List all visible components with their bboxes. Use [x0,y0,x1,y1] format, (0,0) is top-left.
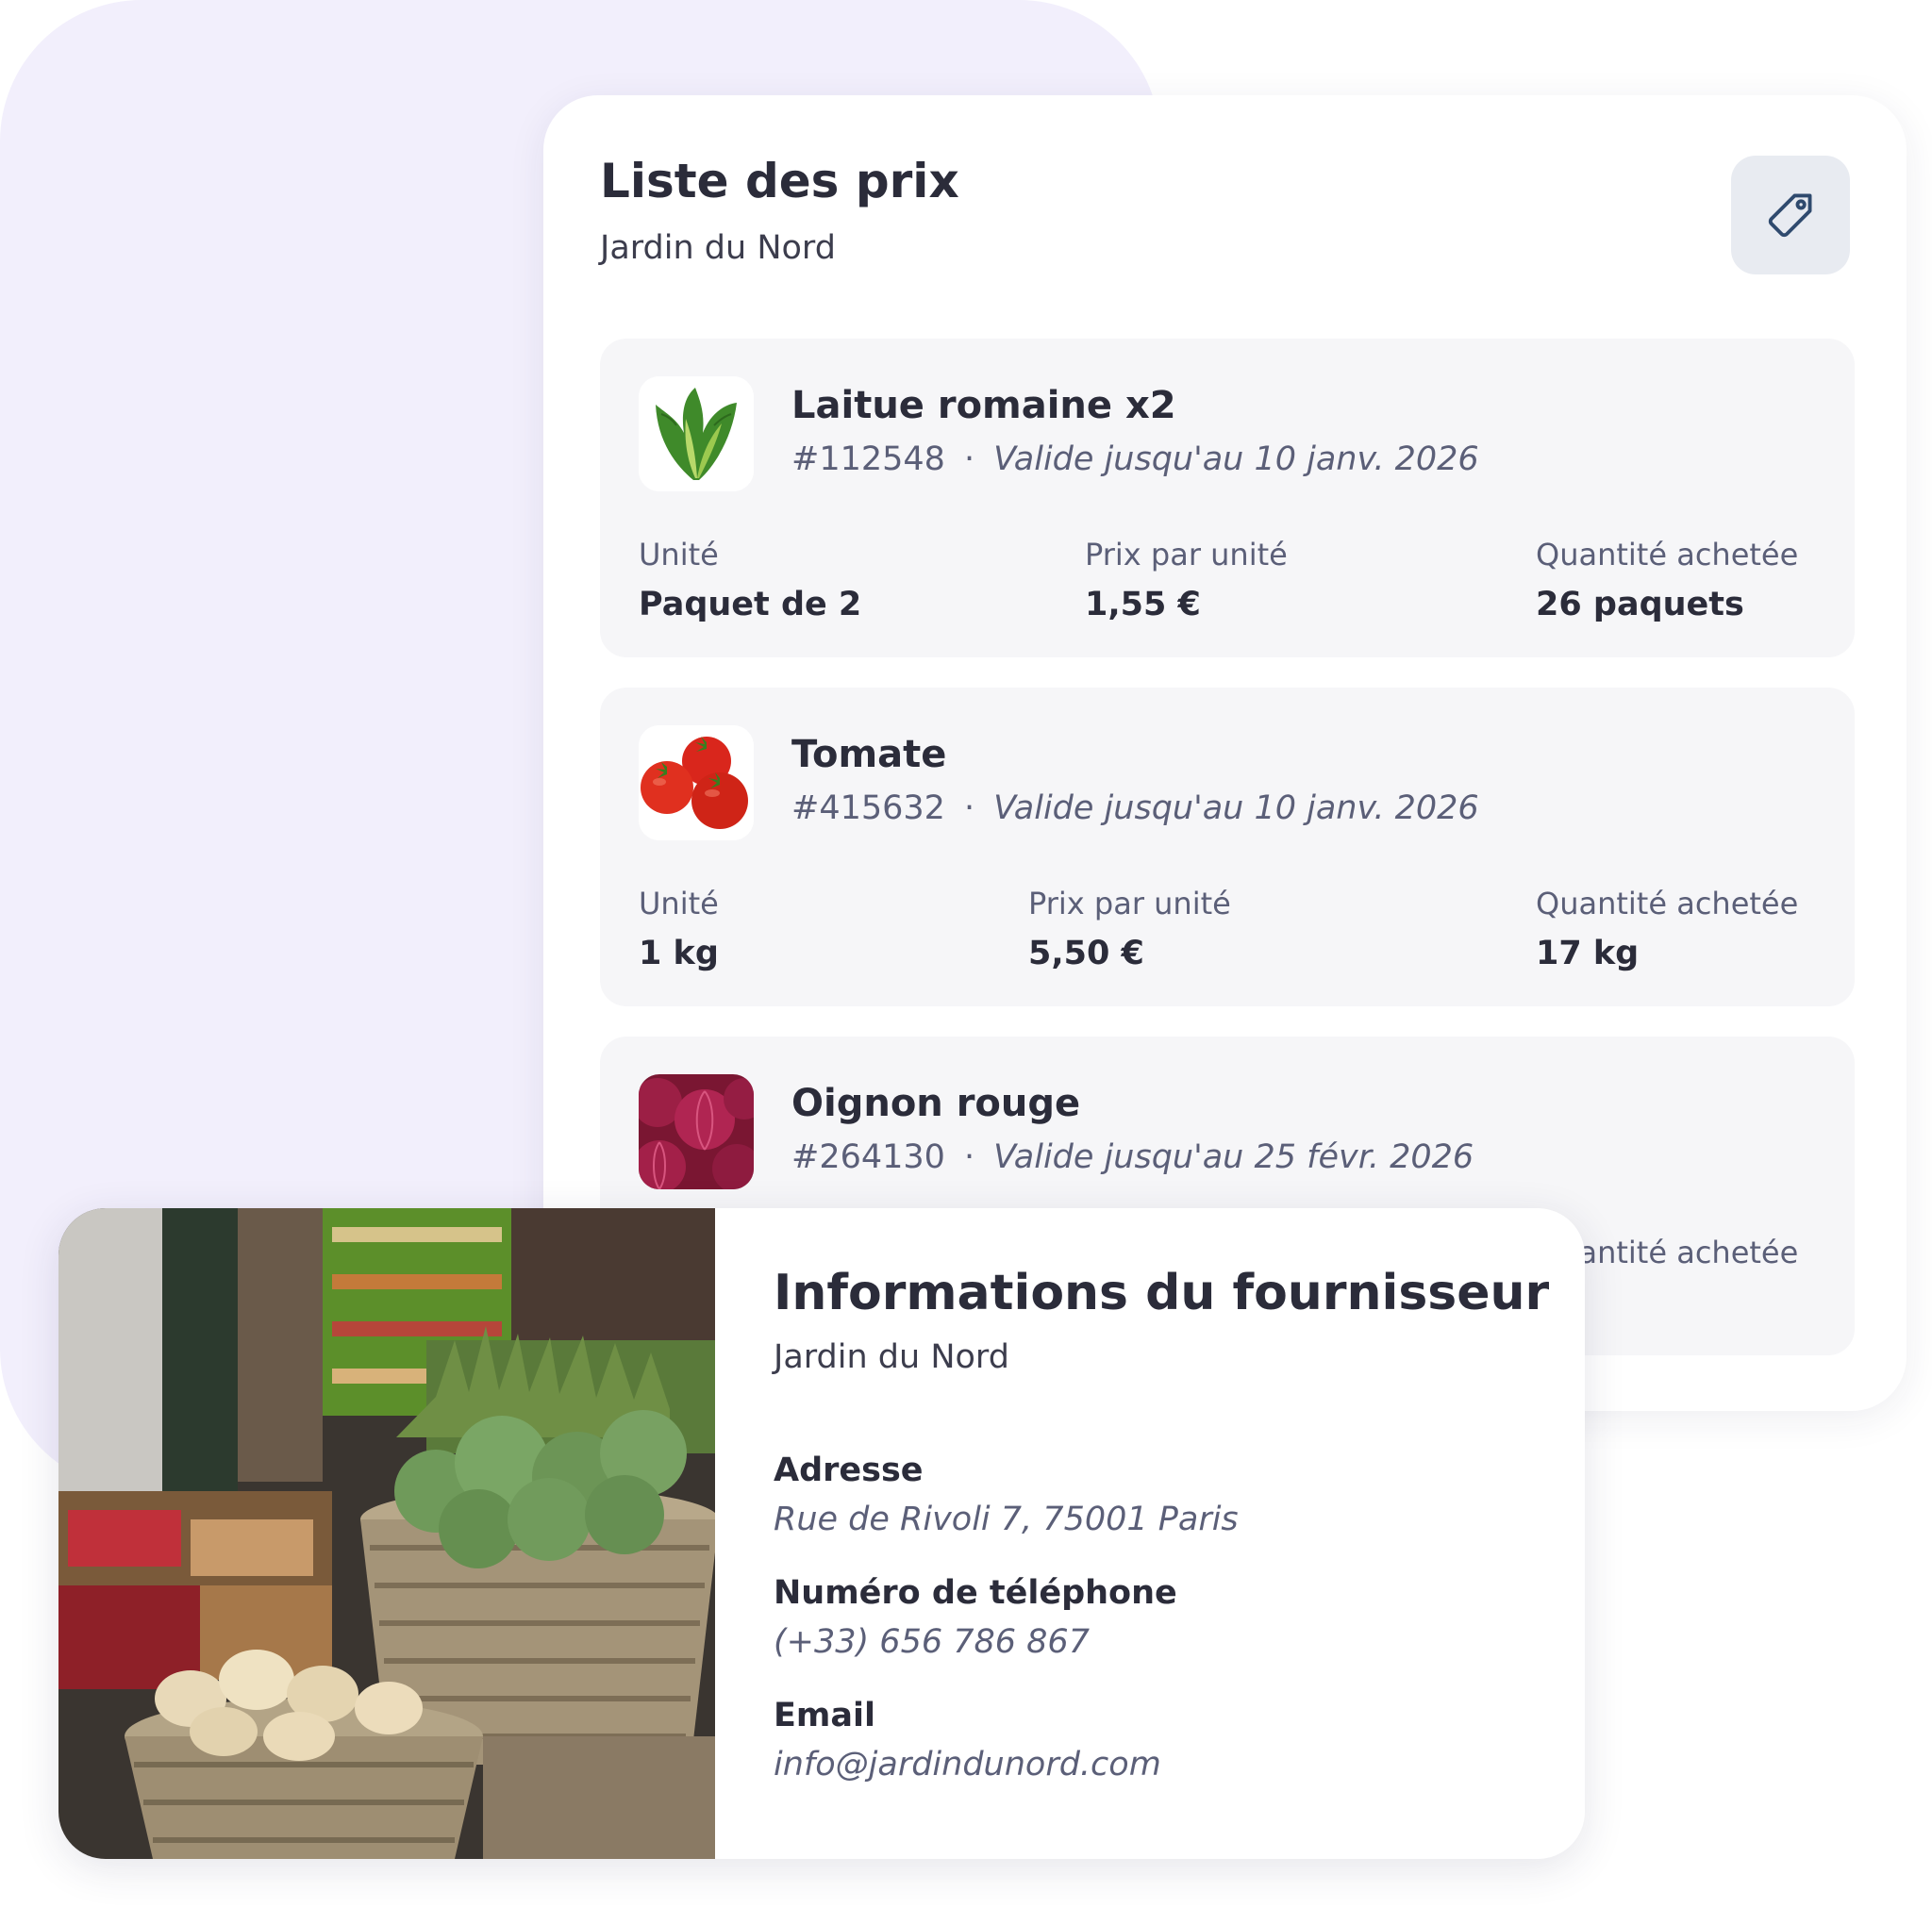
lettuce-image [639,376,754,491]
item-sku: #112548 [791,440,945,478]
unit-label: Unité [639,537,719,572]
item-name: Oignon rouge [791,1082,1081,1125]
email-value[interactable]: info@jardindunord.com [774,1746,1161,1784]
phone-value[interactable]: (+33) 656 786 867 [774,1623,1177,1661]
price-tag-button[interactable] [1731,156,1850,274]
supplier-name: Jardin du Nord [600,229,836,267]
item-validity: Valide jusqu'au 10 janv. 2026 [993,440,1479,478]
email-label: Email [774,1697,875,1734]
address-label: Adresse [774,1452,924,1489]
price-item[interactable]: Laitue romaine x2 #112548 · Valide jusqu'a… [600,339,1855,657]
address-value: Rue de Rivoli 7, 75001 Paris [774,1501,1239,1538]
item-meta: #264130 · Valide jusqu'au 25 févr. 2026 [791,1138,1474,1176]
price-item[interactable]: Tomate #415632 · Valide jusqu'au 10 janv. … [600,688,1855,1006]
unit-field: Unité 1 kg [639,886,719,972]
price-field: Prix par unité 5,50 € [1028,886,1231,972]
item-meta: #415632 · Valide jusqu'au 10 janv. 2026 [791,789,1479,827]
item-validity: Valide jusqu'au 25 févr. 2026 [993,1138,1474,1176]
quantity-field: Quantité achetée 17 kg [1536,886,1798,972]
phone-label: Numéro de téléphone [774,1574,1177,1612]
unit-value: 1 kg [639,935,719,972]
price-value: 1,55 € [1085,586,1201,623]
price-tag-icon [1768,193,1812,238]
item-name: Laitue romaine x2 [791,384,1176,427]
item-sku: #415632 [791,789,945,827]
quantity-value: 17 kg [1536,935,1640,972]
price-field: Prix par unité 1,55 € [1085,537,1288,623]
tomato-image [639,725,754,840]
unit-field: Unité Paquet de 2 [639,537,861,623]
supplier-info-card: Informations du fournisseur Jardin du No… [58,1208,1585,1859]
market-stall-photo [58,1208,715,1859]
red-onion-image [639,1074,754,1189]
supplier-info-name: Jardin du Nord [774,1338,1009,1376]
item-validity: Valide jusqu'au 10 janv. 2026 [993,789,1479,827]
address-field: Adresse Rue de Rivoli 7, 75001 Paris [774,1452,1239,1538]
email-field: Email info@jardindunord.com [774,1697,1161,1784]
unit-value: Paquet de 2 [639,586,862,623]
price-label: Prix par unité [1085,537,1288,572]
quantity-label: Quantité achetée [1536,537,1799,572]
meta-separator: · [963,789,975,827]
quantity-label: Quantité achetée [1536,886,1799,921]
item-meta: #112548 · Valide jusqu'au 10 janv. 2026 [791,440,1479,478]
phone-field: Numéro de téléphone (+33) 656 786 867 [774,1574,1177,1661]
quantity-field: Quantité achetée 26 paquets [1536,537,1798,623]
meta-separator: · [963,440,975,478]
meta-separator: · [963,1138,975,1176]
quantity-value: 26 paquets [1536,586,1744,623]
page-title: Liste des prix [600,154,959,208]
price-label: Prix par unité [1028,886,1231,921]
item-name: Tomate [791,733,947,776]
supplier-info-title: Informations du fournisseur [774,1265,1550,1321]
item-sku: #264130 [791,1138,945,1176]
price-value: 5,50 € [1028,935,1144,972]
unit-label: Unité [639,886,719,921]
